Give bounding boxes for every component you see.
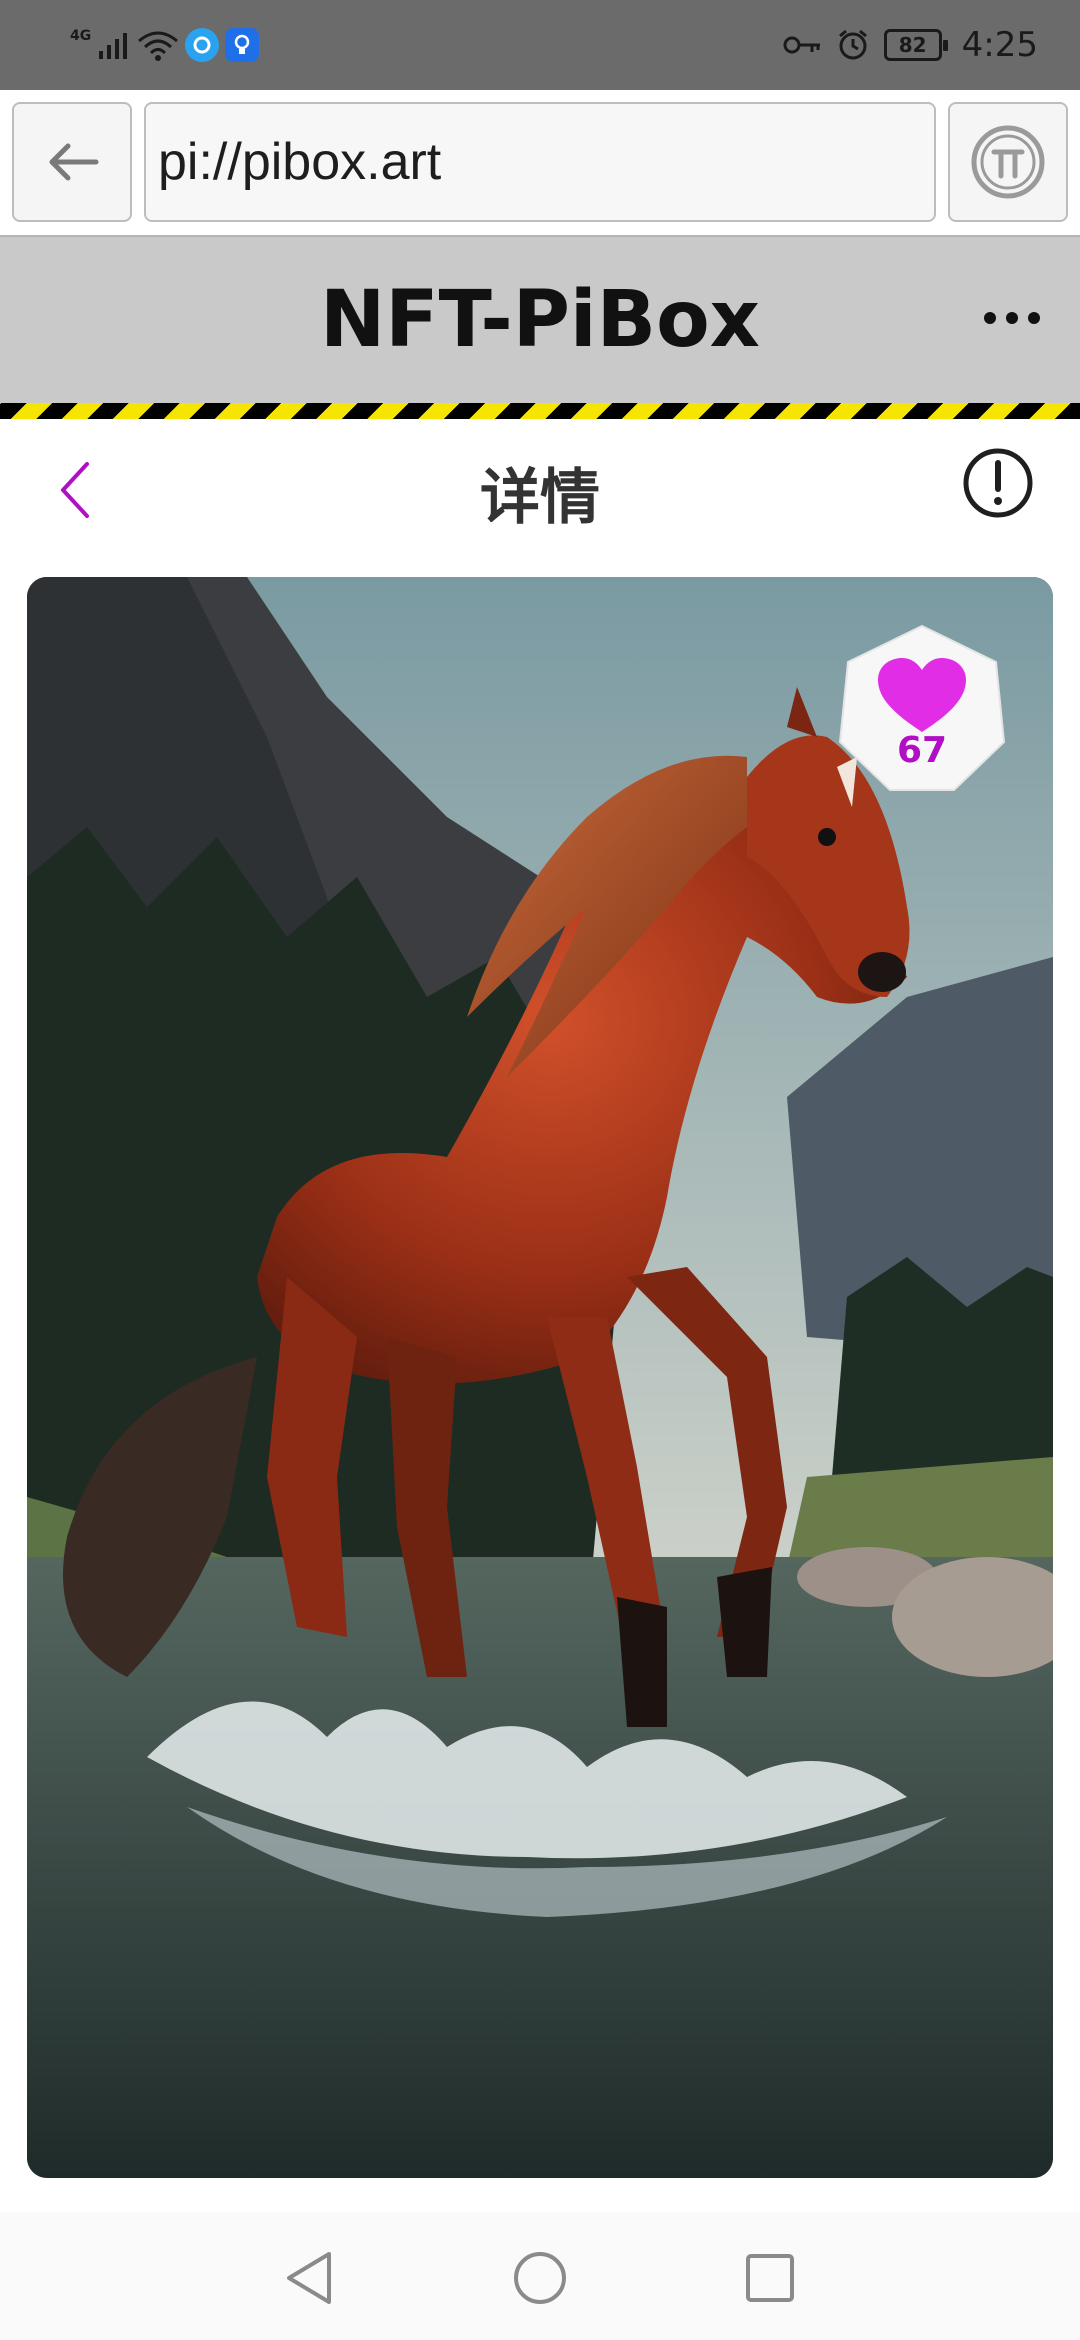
more-dots-icon[interactable] (984, 303, 1040, 333)
pi-browser-button[interactable] (948, 102, 1068, 222)
browser-back-button[interactable] (12, 102, 132, 222)
detail-title: 详情 (480, 463, 600, 533)
status-right: 82 4:25 (782, 24, 1038, 66)
lightbulb-app-icon (225, 28, 260, 62)
horse-painting (27, 577, 1053, 2178)
wifi-icon (138, 31, 179, 61)
url-field[interactable]: pi://pibox.art (144, 102, 936, 222)
system-navigation-bar (0, 2212, 1080, 2340)
home-circle-icon[interactable] (510, 2248, 570, 2308)
heart-icon (878, 657, 966, 732)
dot (984, 312, 996, 324)
url-text: pi://pibox.art (158, 133, 442, 191)
nft-artwork-image[interactable] (27, 577, 1053, 2178)
recents-square-icon[interactable] (740, 2248, 800, 2308)
battery-icon: 82 (883, 29, 948, 61)
dot (1006, 312, 1018, 324)
hazard-stripe-divider (0, 403, 1080, 419)
like-badge[interactable]: 67 (836, 622, 1008, 794)
pi-logo-icon (971, 125, 1045, 199)
app-title: NFT-PiBox (320, 275, 760, 365)
app-icon (185, 28, 220, 62)
detail-bar: 详情 (0, 419, 1080, 559)
like-count: 67 (896, 729, 948, 771)
status-bar: 4G 82 4:25 (0, 0, 1080, 90)
app-header: NFT-PiBox (0, 235, 1080, 403)
signal-icon (99, 33, 128, 59)
network-label: 4G (70, 28, 92, 44)
arrow-left-icon (49, 143, 99, 181)
status-left: 4G (70, 24, 260, 66)
status-time: 4:25 (961, 25, 1038, 65)
battery-level: 82 (898, 33, 927, 57)
alarm-icon (838, 29, 867, 60)
page: 4G 82 4:25 pi://pibox.art NFT-PiBox 详情 6… (0, 0, 1080, 2340)
dot (1028, 312, 1040, 324)
back-triangle-icon[interactable] (279, 2248, 339, 2308)
exclamation-circle-icon (963, 448, 1033, 518)
report-button[interactable] (960, 445, 1036, 521)
browser-bar: pi://pibox.art (0, 90, 1080, 235)
key-icon (783, 36, 820, 54)
